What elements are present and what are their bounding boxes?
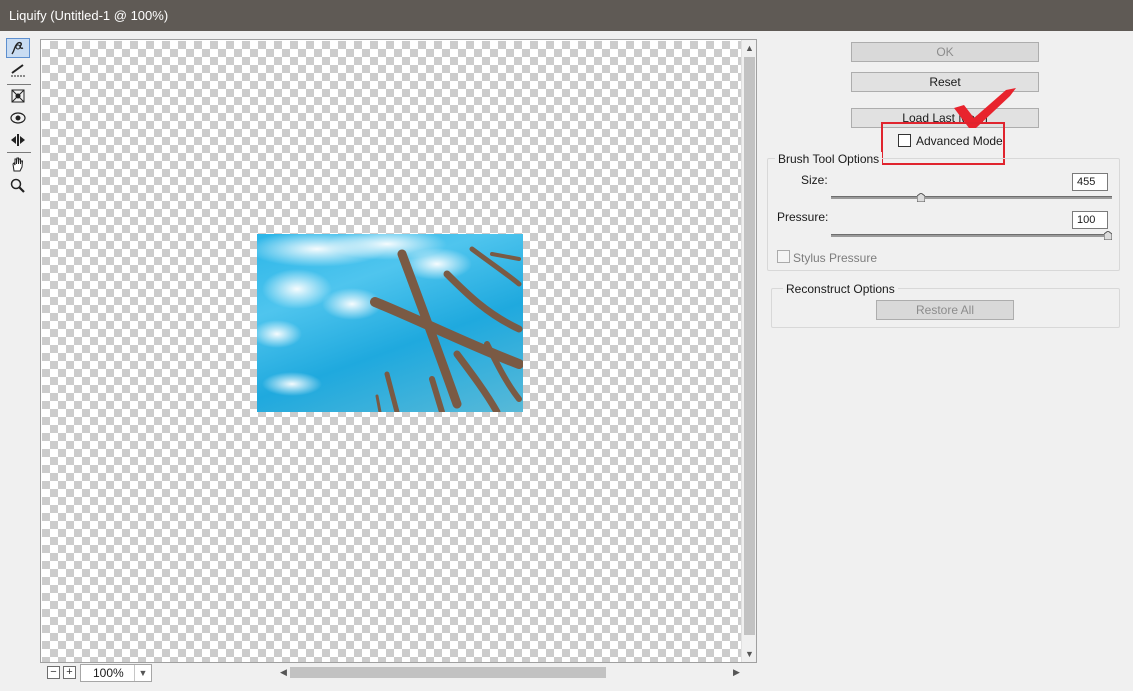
vertical-scrollbar[interactable]: ▲ ▼ (741, 40, 756, 662)
preview-canvas[interactable]: ▲ ▼ (40, 39, 757, 663)
chevron-down-icon[interactable]: ▼ (134, 665, 151, 681)
reconstruct-options-group: Reconstruct Options Restore All (771, 282, 1120, 328)
pressure-label: Pressure: (777, 210, 829, 224)
forward-warp-tool-icon[interactable] (6, 38, 30, 58)
stylus-pressure-checkbox[interactable] (777, 250, 790, 263)
restore-all-button[interactable]: Restore All (876, 300, 1014, 320)
bloat-tool-icon[interactable] (6, 108, 30, 128)
zoom-in-button[interactable]: + (63, 666, 76, 679)
pressure-slider-track[interactable] (831, 234, 1112, 237)
zoom-level-value: 100% (93, 666, 124, 680)
scroll-down-icon[interactable]: ▼ (742, 646, 757, 662)
brush-tool-options-title: Brush Tool Options (775, 152, 883, 166)
size-slider-thumb[interactable] (916, 193, 925, 202)
zoom-level-select[interactable]: 100% ▼ (80, 664, 152, 682)
zoom-tool-icon[interactable] (6, 176, 30, 196)
window-title: Liquify (Untitled-1 @ 100%) (0, 0, 1133, 31)
reconstruct-options-title: Reconstruct Options (783, 282, 898, 296)
horizontal-scroll-thumb[interactable] (290, 667, 606, 678)
advanced-mode-checkbox[interactable] (898, 134, 911, 147)
vertical-scroll-thumb[interactable] (744, 57, 755, 635)
scroll-left-icon[interactable]: ◀ (276, 664, 291, 680)
pressure-input[interactable]: 100 (1072, 211, 1108, 229)
scroll-right-icon[interactable]: ▶ (729, 664, 744, 680)
options-panel: OK Reset Load Last Mesh Advanced Mode Br… (760, 31, 1133, 691)
advanced-mode-label[interactable]: Advanced Mode (916, 134, 1003, 148)
tool-divider (7, 152, 31, 153)
stylus-pressure-label: Stylus Pressure (793, 251, 878, 265)
pucker-tool-icon[interactable] (6, 86, 30, 106)
hand-tool-icon[interactable] (6, 154, 30, 174)
scroll-up-icon[interactable]: ▲ (742, 40, 757, 56)
zoom-out-button[interactable]: − (47, 666, 60, 679)
tool-divider (7, 84, 31, 85)
zoom-bar: − + 100% ▼ ◀ ▶ (40, 663, 757, 683)
reconstruct-tool-icon[interactable] (6, 60, 30, 80)
brush-tool-options-group: Brush Tool Options Size: 455 Pressure: 1… (767, 152, 1120, 271)
size-slider-track[interactable] (831, 196, 1112, 199)
transparency-checkerboard (42, 41, 742, 662)
size-label: Size: (801, 173, 828, 187)
pressure-slider-thumb[interactable] (1104, 231, 1112, 240)
size-input[interactable]: 455 (1072, 173, 1108, 191)
cactus-photo-layer (257, 234, 523, 412)
ok-button[interactable]: OK (851, 42, 1039, 62)
push-left-tool-icon[interactable] (6, 130, 30, 150)
horizontal-scrollbar[interactable]: ◀ ▶ (276, 664, 744, 681)
